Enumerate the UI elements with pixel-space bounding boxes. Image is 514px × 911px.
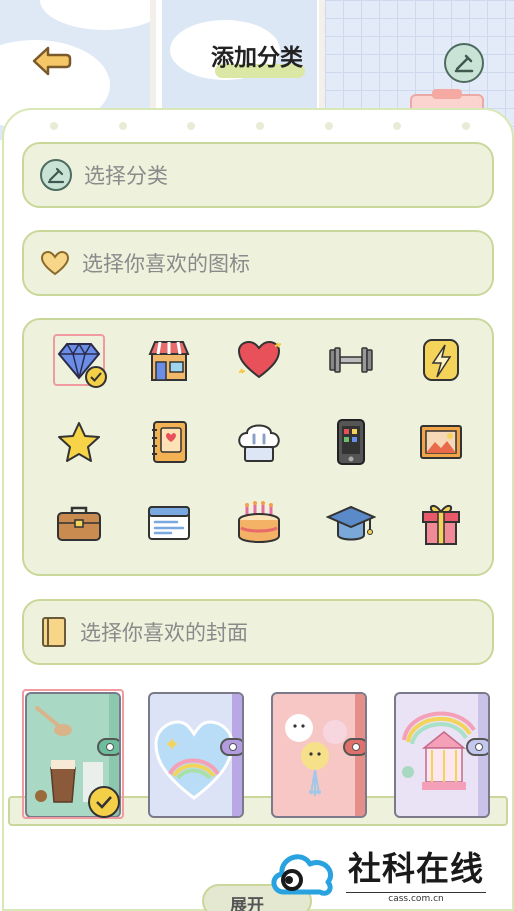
pencil-icon [40, 159, 72, 191]
icon-placeholder: 选择你喜欢的图标 [82, 252, 250, 276]
icon-option-phone[interactable] [325, 416, 377, 468]
cover-select-field[interactable]: 选择你喜欢的封面 [22, 599, 494, 665]
cover-placeholder: 选择你喜欢的封面 [80, 621, 248, 645]
pencil-icon [454, 54, 474, 73]
category-select-field[interactable]: 选择分类 [22, 142, 494, 208]
cover-option-carousel[interactable] [394, 692, 490, 818]
icon-select-field[interactable]: 选择你喜欢的图标 [22, 230, 494, 296]
graduation-cap-icon [326, 505, 376, 541]
icon-option-dumbbell[interactable] [325, 334, 377, 386]
icon-option-heart[interactable] [233, 334, 285, 386]
check-icon [85, 366, 107, 388]
page-title: 添加分类 [211, 45, 303, 71]
cover-option-rainbow-heart[interactable] [148, 692, 244, 818]
clipboard-clip-decoration [432, 89, 462, 99]
phone-icon [337, 419, 365, 465]
edit-button[interactable] [444, 43, 484, 83]
cloud-eye-logo-icon [271, 854, 334, 896]
icon-option-browser-card[interactable] [143, 497, 195, 549]
icon-option-gift[interactable] [415, 497, 467, 549]
watermark: 社科在线 cass.com.cn [268, 840, 514, 906]
heart-icon [237, 340, 282, 379]
chef-hat-icon [238, 424, 280, 462]
icon-option-notebook[interactable] [143, 416, 195, 468]
notebook-icon [42, 617, 66, 647]
picture-icon [420, 425, 462, 459]
watermark-domain: cass.com.cn [346, 892, 486, 904]
lightning-icon [423, 339, 459, 381]
briefcase-icon [57, 506, 101, 541]
icon-option-star[interactable] [53, 416, 105, 468]
shop-icon [148, 341, 190, 381]
heart-icon [40, 250, 70, 276]
cute-bears-illustration [285, 714, 347, 796]
icon-option-picture[interactable] [415, 416, 467, 468]
star-icon [58, 422, 100, 462]
icon-option-briefcase[interactable] [53, 497, 105, 549]
gift-icon [422, 505, 460, 545]
cake-icon [238, 501, 280, 543]
icon-option-chef-hat[interactable] [233, 416, 285, 468]
browser-card-icon [148, 506, 190, 540]
icon-option-diamond[interactable] [53, 334, 107, 388]
expand-label: 展开 [230, 896, 264, 911]
icon-option-cake[interactable] [233, 497, 285, 549]
category-placeholder: 选择分类 [84, 164, 168, 188]
cover-option-cute-bears[interactable] [271, 692, 367, 818]
watermark-title: 社科在线 [348, 849, 484, 888]
notebook-icon [152, 421, 187, 463]
dumbbell-icon [329, 347, 373, 373]
icon-option-lightning[interactable] [415, 334, 467, 386]
icon-option-shop[interactable] [143, 334, 195, 386]
dots-decoration [50, 122, 470, 130]
icon-option-graduation-cap[interactable] [325, 497, 377, 549]
check-icon [88, 786, 120, 818]
